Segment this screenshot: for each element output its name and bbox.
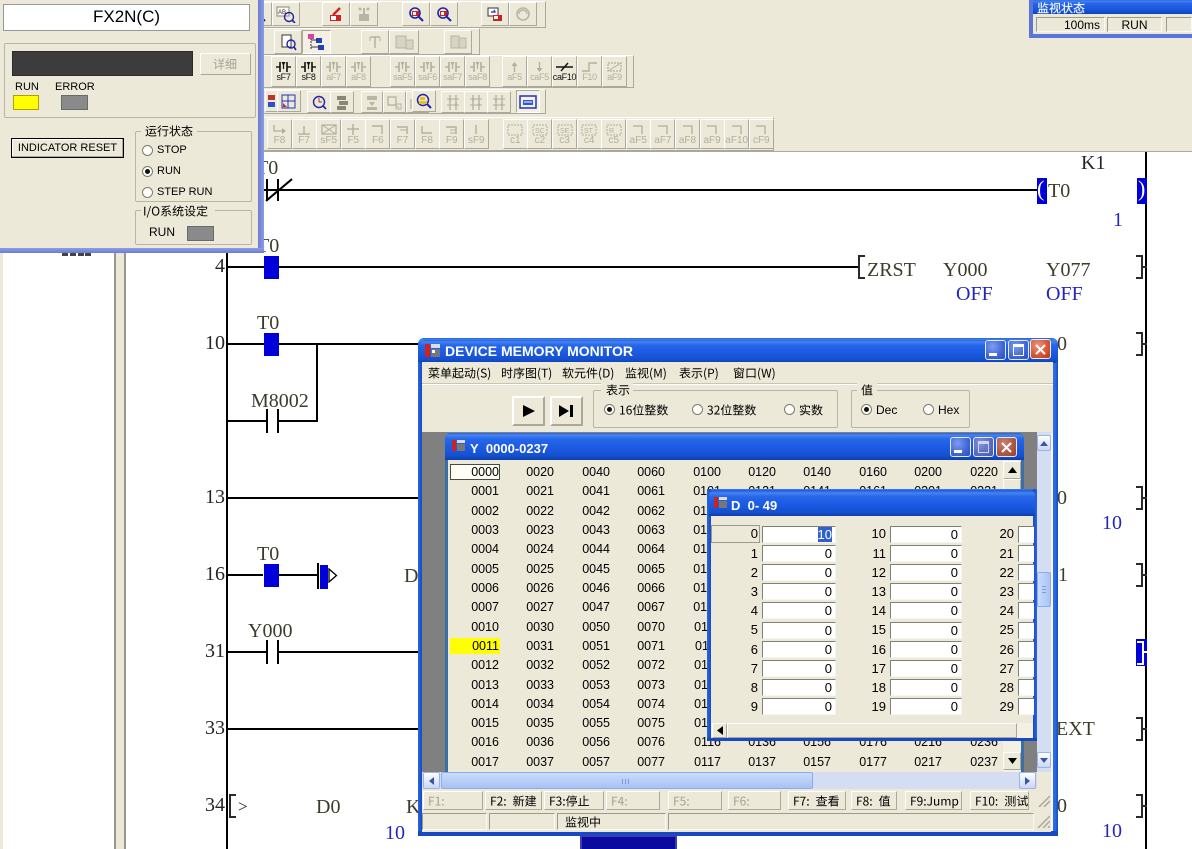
svg-text:ST: ST <box>584 128 594 135</box>
svg-text:SC: SC <box>535 128 545 135</box>
svg-text:SE: SE <box>560 128 570 135</box>
svg-text:R: R <box>609 128 614 135</box>
